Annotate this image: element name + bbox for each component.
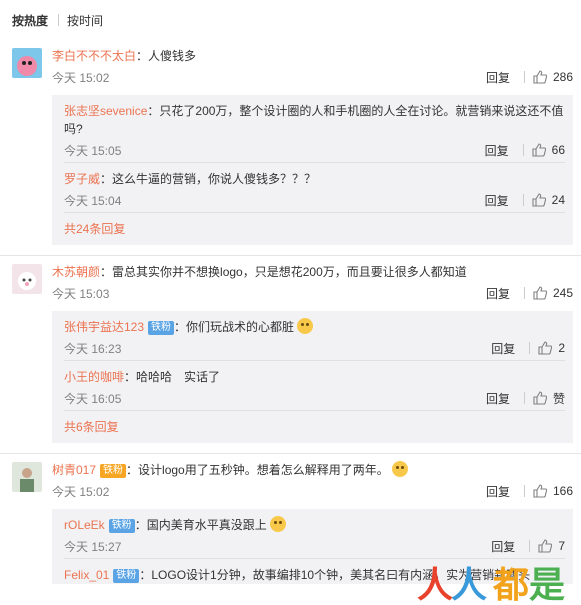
fan-badge: 铁粉 <box>148 321 175 335</box>
like-count: 166 <box>552 484 573 498</box>
reply-button[interactable]: 回复 <box>486 483 510 500</box>
action-divider <box>523 287 525 299</box>
like-count: 7 <box>558 539 565 553</box>
like-count: 286 <box>552 70 573 84</box>
watermark-char: 人 <box>451 565 487 605</box>
reply-list: 张伟宇益达123 铁粉 ：你们玩战术的心都脏 今天 16:23 回复 2 小王的咖啡… <box>52 311 573 443</box>
avatar[interactable] <box>12 48 42 78</box>
like-button[interactable]: 7 <box>538 539 565 553</box>
reply-username[interactable]: 罗子威 <box>64 172 100 186</box>
like-button[interactable]: 赞 <box>533 390 565 407</box>
reply-item: rOLeEk 铁粉 ：国内美育水平真没跟上 今天 15:27 回复 7 <box>64 509 565 559</box>
watermark-char: 是 <box>529 565 565 605</box>
more-replies-link[interactable]: 共6条回复 <box>64 411 565 443</box>
thumbs-up-icon <box>533 484 547 498</box>
reply-time: 今天 15:04 <box>64 193 122 208</box>
emoji-icon <box>297 318 314 334</box>
like-count: 24 <box>551 193 565 207</box>
fan-badge: 铁粉 <box>108 519 135 533</box>
like-button[interactable]: 286 <box>533 70 573 84</box>
action-divider <box>529 342 531 354</box>
action-divider <box>522 144 524 156</box>
comment-text: 雷总其实你并不想换logo，只是想花200万，而且要让很多人都知道 <box>112 265 467 279</box>
reply-item: 罗子威：这么牛逼的营销，你说人傻钱多？？？ 今天 15:04 回复 24 <box>64 163 565 213</box>
action-divider <box>523 71 525 83</box>
reply-time: 今天 15:27 <box>64 539 122 554</box>
reply-username[interactable]: rOLeEk <box>64 518 105 532</box>
emoji-icon <box>391 461 408 477</box>
avatar[interactable] <box>12 264 42 294</box>
reply-time: 今天 16:23 <box>64 341 122 356</box>
like-button[interactable]: 24 <box>532 193 565 207</box>
thumbs-up-icon <box>532 193 546 207</box>
reply-username[interactable]: 张志坚sevenice <box>64 104 147 118</box>
watermark-char: 都 <box>492 565 529 605</box>
reply-time: 今天 15:05 <box>64 143 122 158</box>
comment-username[interactable]: 树青017 <box>52 463 96 477</box>
watermark-char: 人 <box>417 565 453 605</box>
like-button[interactable]: 166 <box>533 484 573 498</box>
action-divider <box>523 392 525 404</box>
reply-time: 今天 16:05 <box>64 391 122 406</box>
thumbs-up-icon <box>533 286 547 300</box>
reply-button[interactable]: 回复 <box>485 142 509 159</box>
comment-time: 今天 15:02 <box>52 484 110 499</box>
reply-list: 张志坚sevenice：只花了200万，整个设计圈的人和手机圈的人全在讨论。就营… <box>52 95 573 245</box>
reply-button[interactable]: 回复 <box>486 285 510 302</box>
fan-badge: 铁粉 <box>113 569 140 583</box>
action-divider <box>529 540 531 552</box>
reply-text: 哈哈哈 实话了 <box>136 370 221 384</box>
reply-button[interactable]: 回复 <box>486 390 510 407</box>
reply-text: 你们玩战术的心都脏 <box>186 320 295 334</box>
sort-by-time[interactable]: 按时间 <box>67 12 103 29</box>
emoji-icon <box>269 516 286 532</box>
reply-item: 小王的咖啡：哈哈哈 实话了 今天 16:05 回复 赞 <box>64 361 565 411</box>
more-replies-link[interactable]: 共24条回复 <box>64 213 565 245</box>
comment-item: 木苏朝颜：雷总其实你并不想换logo，只是想花200万，而且要让很多人都知道 今… <box>0 256 581 454</box>
reply-button[interactable]: 回复 <box>485 192 509 209</box>
reply-button[interactable]: 回复 <box>491 538 515 555</box>
like-button[interactable]: 2 <box>538 341 565 355</box>
comment-username[interactable]: 李白不不不太白 <box>52 49 136 63</box>
comment-username[interactable]: 木苏朝颜 <box>52 265 100 279</box>
like-count: 赞 <box>552 391 565 406</box>
action-divider <box>522 194 524 206</box>
site-watermark: 人 人 都 是 <box>417 559 567 605</box>
thumbs-up-icon <box>533 70 547 84</box>
action-divider <box>523 485 525 497</box>
thumbs-up-icon <box>538 539 553 553</box>
reply-username[interactable]: Felix_01 <box>64 568 109 582</box>
thumbs-up-icon <box>538 341 553 355</box>
like-count: 66 <box>551 143 565 157</box>
sort-divider <box>58 14 60 26</box>
reply-item: 张伟宇益达123 铁粉 ：你们玩战术的心都脏 今天 16:23 回复 2 <box>64 311 565 361</box>
reply-item: 张志坚sevenice：只花了200万，整个设计圈的人和手机圈的人全在讨论。就营… <box>64 95 565 163</box>
reply-text: 这么牛逼的营销，你说人傻钱多？？？ <box>112 172 317 186</box>
thumbs-up-icon <box>533 391 547 405</box>
reply-button[interactable]: 回复 <box>486 69 510 86</box>
avatar[interactable] <box>12 462 42 492</box>
comment-text: 设计logo用了五秒钟。想着怎么解释用了两年。 <box>138 463 389 477</box>
like-count: 2 <box>558 341 565 355</box>
like-count: 245 <box>552 286 573 300</box>
sort-bar: 按热度 按时间 <box>0 0 581 40</box>
comment-time: 今天 15:02 <box>52 70 110 85</box>
comment-item: 李白不不不太白：人傻钱多 今天 15:02 回复 286 张志坚sevenice… <box>0 40 581 256</box>
like-button[interactable]: 245 <box>533 286 573 300</box>
fan-badge: 铁粉 <box>100 464 127 478</box>
sort-by-hot[interactable]: 按热度 <box>12 12 48 29</box>
comment-time: 今天 15:03 <box>52 286 110 301</box>
comment-text: 人傻钱多 <box>148 49 197 63</box>
reply-username[interactable]: 张伟宇益达123 <box>64 320 144 334</box>
reply-text: 国内美育水平真没跟上 <box>146 518 267 532</box>
reply-button[interactable]: 回复 <box>491 340 515 357</box>
reply-username[interactable]: 小王的咖啡 <box>64 370 124 384</box>
like-button[interactable]: 66 <box>532 143 565 157</box>
thumbs-up-icon <box>532 143 546 157</box>
